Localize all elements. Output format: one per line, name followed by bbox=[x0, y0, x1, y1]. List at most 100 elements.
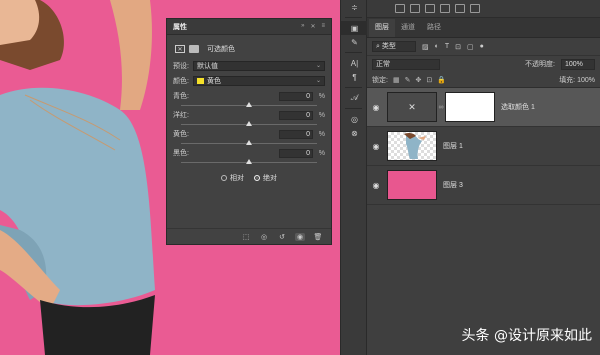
slider-unit: % bbox=[318, 149, 325, 157]
selective-color-icon[interactable]: ✕ bbox=[175, 45, 185, 53]
slider-track[interactable] bbox=[181, 140, 317, 145]
close-icon[interactable]: ✕ bbox=[310, 23, 315, 30]
properties-titlebar[interactable]: 属性 » ✕ ≡ bbox=[167, 19, 331, 35]
method-radios: 相对 绝对 bbox=[167, 173, 331, 183]
smart-object-filter-icon[interactable]: ▢ bbox=[467, 43, 474, 51]
radio-relative-dot[interactable] bbox=[221, 175, 227, 181]
slider-cyan: 青色: 0 % bbox=[167, 91, 331, 107]
slider-thumb[interactable] bbox=[246, 121, 252, 126]
type-filter-icon[interactable]: T bbox=[445, 43, 449, 50]
link-icon[interactable]: ∞ bbox=[437, 104, 445, 111]
slider-thumb[interactable] bbox=[246, 159, 252, 164]
eye-icon[interactable]: ◉ bbox=[367, 142, 385, 151]
adjustment-header: ✕ 可选颜色 bbox=[167, 35, 331, 57]
layer-row-fill[interactable]: ◉ 图层 3 bbox=[367, 166, 600, 205]
slider-yellow: 黄色: 0 % bbox=[167, 129, 331, 145]
colors-select[interactable]: 黄色 ⌄ bbox=[193, 75, 325, 86]
shape-filter-icon[interactable]: ⊡ bbox=[455, 43, 461, 51]
eye-icon[interactable]: ◉ bbox=[367, 103, 385, 112]
fill-layer-thumbnail[interactable] bbox=[387, 170, 437, 200]
trash-icon[interactable]: 🗑 bbox=[313, 233, 323, 241]
lock-artboard-icon[interactable]: ⊡ bbox=[426, 76, 432, 84]
lock-image-icon[interactable]: ✎ bbox=[405, 76, 411, 84]
adjust-sliders-icon[interactable]: ≑ bbox=[341, 0, 368, 14]
adjustment-icons-bar bbox=[367, 0, 600, 18]
filter-kind-value: 类型 bbox=[381, 43, 396, 50]
layers-panel: 图层 通道 路径 ⌕ 类型 ▨ ◐ T ⊡ ▢ ● 正常 不透明度: 100% … bbox=[367, 0, 600, 355]
lock-label: 锁定: bbox=[372, 76, 388, 84]
lock-all-icon[interactable]: 🔒 bbox=[437, 76, 446, 84]
layer-name: 图层 3 bbox=[443, 182, 463, 189]
blend-mode-select[interactable]: 正常 bbox=[372, 58, 440, 70]
chevron-down-icon: ⌄ bbox=[315, 77, 321, 84]
slider-track[interactable] bbox=[181, 121, 317, 126]
clip-to-layer-icon[interactable]: ⬚ bbox=[241, 233, 251, 241]
properties-panel-icon[interactable]: ▣ bbox=[341, 21, 368, 35]
radio-absolute-dot[interactable] bbox=[254, 175, 260, 181]
curves-adjust-icon[interactable] bbox=[425, 4, 435, 13]
fill-value[interactable]: 100% bbox=[577, 77, 595, 84]
tab-layers[interactable]: 图层 bbox=[369, 19, 395, 37]
image-layer-thumbnail[interactable] bbox=[387, 131, 437, 161]
radio-absolute[interactable]: 绝对 bbox=[254, 173, 277, 183]
lock-position-icon[interactable]: ✥ bbox=[415, 76, 421, 84]
lock-transparent-icon[interactable]: ▦ bbox=[393, 76, 400, 84]
layer-name: 图层 1 bbox=[443, 143, 463, 150]
image-filter-icon[interactable]: ▨ bbox=[422, 43, 429, 51]
slider-value-input[interactable]: 0 bbox=[279, 148, 313, 158]
brush-panel-icon[interactable]: ✎ bbox=[341, 35, 368, 49]
properties-panel: 属性 » ✕ ≡ ✕ 可选颜色 预设: 默认值 ⌄ 颜色: 黄色 ⌄ 青色: 0… bbox=[166, 18, 332, 245]
radio-relative[interactable]: 相对 bbox=[221, 173, 244, 183]
layers-tabs: 图层 通道 路径 bbox=[367, 18, 600, 38]
slider-track[interactable] bbox=[181, 102, 317, 107]
layer-mask-thumbnail[interactable] bbox=[445, 92, 495, 122]
slider-thumb[interactable] bbox=[246, 102, 252, 107]
character-panel-icon[interactable]: A| bbox=[341, 56, 368, 70]
filter-kind-select[interactable]: ⌕ 类型 bbox=[372, 41, 416, 52]
mask-icon[interactable] bbox=[189, 45, 199, 53]
watermark: 头条 @设计原来如此 bbox=[461, 328, 592, 344]
opacity-label: 不透明度: bbox=[525, 61, 555, 68]
colors-value: 黄色 bbox=[207, 77, 221, 85]
visibility-icon[interactable]: ◉ bbox=[295, 232, 305, 241]
gradient-map-icon[interactable] bbox=[455, 4, 465, 13]
slider-thumb[interactable] bbox=[246, 140, 252, 145]
slider-value-input[interactable]: 0 bbox=[279, 110, 313, 120]
radio-relative-label: 相对 bbox=[230, 175, 244, 182]
3d-panel-icon[interactable]: ⊗ bbox=[341, 126, 368, 140]
exposure-adjust-icon[interactable] bbox=[440, 4, 450, 13]
tab-paths[interactable]: 路径 bbox=[421, 19, 447, 37]
selective-color-adjust-icon[interactable] bbox=[470, 4, 480, 13]
eye-icon[interactable]: ◉ bbox=[367, 181, 385, 190]
tab-channels[interactable]: 通道 bbox=[395, 19, 421, 37]
reset-icon[interactable]: ↺ bbox=[277, 233, 287, 241]
slider-value-input[interactable]: 0 bbox=[279, 129, 313, 139]
slider-name: 黄色: bbox=[173, 131, 189, 138]
colors-row: 颜色: 黄色 ⌄ bbox=[167, 74, 331, 87]
panel-menu-icon[interactable]: ≡ bbox=[321, 23, 325, 30]
person-thumbnail bbox=[404, 132, 426, 159]
adjustment-layer-thumbnail[interactable]: ✕ bbox=[387, 92, 437, 122]
preset-select[interactable]: 默认值 ⌄ bbox=[193, 60, 325, 71]
filter-toggle-icon[interactable]: ● bbox=[480, 43, 484, 50]
paragraph-panel-icon[interactable]: ¶ bbox=[341, 70, 368, 84]
view-previous-icon[interactable]: ◎ bbox=[259, 233, 269, 241]
navigator-panel-icon[interactable]: ◎ bbox=[341, 112, 368, 126]
levels-adjust-icon[interactable] bbox=[410, 4, 420, 13]
adjustment-filter-icon[interactable]: ◐ bbox=[435, 43, 439, 50]
preset-label: 预设: bbox=[173, 62, 189, 70]
glyphs-panel-icon[interactable]: 𝒜 bbox=[341, 91, 368, 105]
layer-row-image[interactable]: ◉ 图层 1 bbox=[367, 127, 600, 166]
preset-value: 默认值 bbox=[197, 62, 218, 70]
brightness-adjust-icon[interactable] bbox=[395, 4, 405, 13]
slider-name: 洋红: bbox=[173, 112, 189, 119]
panel-icon-strip: ≑ ▣ ✎ A| ¶ 𝒜 ◎ ⊗ bbox=[340, 0, 368, 355]
slider-track[interactable] bbox=[181, 159, 317, 164]
radio-absolute-label: 绝对 bbox=[263, 175, 277, 182]
collapse-icon[interactable]: » bbox=[301, 23, 304, 30]
opacity-input[interactable]: 100% bbox=[561, 58, 595, 70]
preset-row: 预设: 默认值 ⌄ bbox=[167, 59, 331, 72]
slider-name: 黑色: bbox=[173, 150, 189, 157]
slider-value-input[interactable]: 0 bbox=[279, 91, 313, 101]
layer-row-selective-color[interactable]: ◉ ✕ ∞ 选取颜色 1 bbox=[367, 88, 600, 127]
